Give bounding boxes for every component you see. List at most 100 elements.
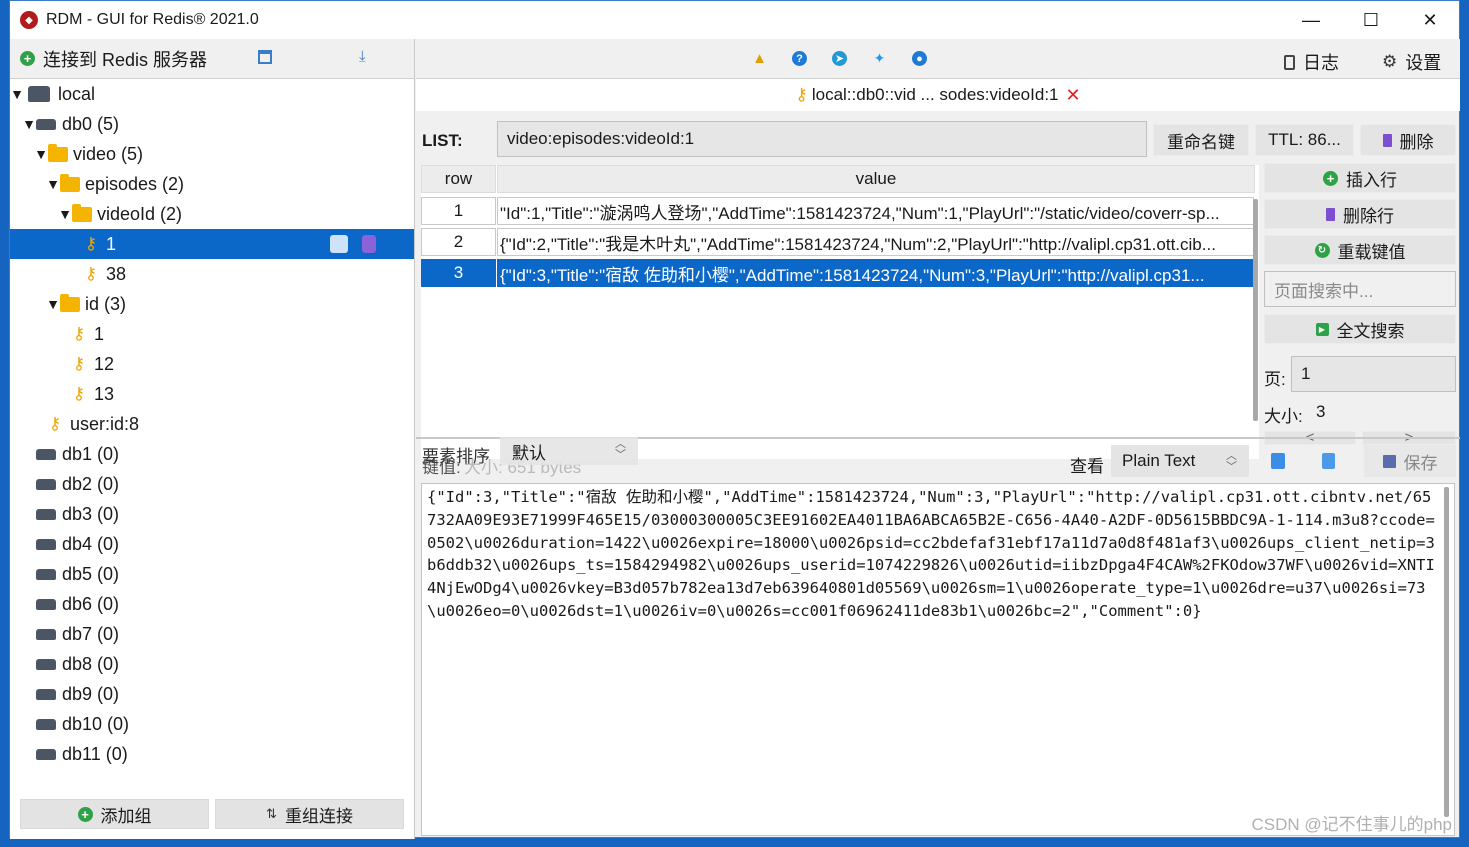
rename-key-button[interactable]: 重命名键 — [1153, 124, 1249, 156]
twitter-icon[interactable]: ✦ — [872, 50, 887, 66]
tree-item[interactable]: db3 (0) — [10, 499, 414, 529]
row-index-cell[interactable]: 3 — [421, 259, 496, 287]
tree-item-label: db1 (0) — [62, 443, 120, 464]
tree-item-label: videoId (2) — [97, 203, 183, 224]
maximize-button[interactable]: ☐ — [1342, 1, 1400, 39]
github-icon[interactable]: ● — [912, 51, 927, 66]
tree-item[interactable]: db10 (0) — [10, 709, 414, 739]
delete-key-icon[interactable] — [362, 235, 376, 253]
tree-item-label: db3 (0) — [62, 503, 120, 524]
database-icon — [36, 628, 56, 640]
save-value-button[interactable]: 保存 — [1364, 445, 1456, 477]
tree-item[interactable]: db5 (0) — [10, 559, 414, 589]
tree-item[interactable]: ▼ id (3) — [10, 289, 414, 319]
sort-value: 默认 — [512, 443, 546, 463]
reorder-connections-button[interactable]: ⇅ 重组连接 — [215, 799, 404, 829]
chevron-updown-icon: ︿ ﹀ — [1226, 450, 1237, 473]
delete-key-label: 删除 — [1399, 132, 1434, 152]
copy-key-icon[interactable] — [330, 235, 348, 253]
tree-item[interactable]: db6 (0) — [10, 589, 414, 619]
row-index-cell[interactable]: 2 — [421, 228, 496, 256]
tree-item[interactable]: db4 (0) — [10, 529, 414, 559]
expand-arrow-icon[interactable]: ▼ — [10, 86, 24, 102]
page-number-input[interactable]: 1 — [1291, 356, 1456, 392]
key-icon: ⚷ — [84, 234, 98, 253]
tree-item[interactable]: ⚷ 12 — [10, 349, 414, 379]
key-tab[interactable]: ⚷ local::db0::vid ... sodes:videoId:1 ✕ — [416, 79, 1460, 111]
tree-item[interactable]: ▼ episodes (2) — [10, 169, 414, 199]
telegram-icon[interactable]: ➤ — [832, 51, 847, 66]
download-icon[interactable]: ⤓ — [359, 48, 366, 65]
tree-item[interactable]: ⚷ 13 — [10, 379, 414, 409]
row-value-cell[interactable]: "Id":1,"Title":"漩涡鸣人登场","AddTime":158142… — [497, 197, 1254, 225]
delete-row-button[interactable]: 删除行 — [1264, 199, 1456, 229]
tree-item[interactable]: ⚷ user:id:8 — [10, 409, 414, 439]
column-header-value[interactable]: value — [497, 165, 1255, 193]
table-row[interactable]: 3 {"Id":3,"Title":"宿敌 佐助和小樱","AddTime":15… — [421, 259, 1257, 289]
add-group-button[interactable]: + 添加组 — [20, 799, 209, 829]
key-icon: ⚷ — [72, 354, 86, 373]
tree-item-label: 38 — [106, 263, 127, 284]
value-editor[interactable]: {"Id":3,"Title":"宿敌 佐助和小樱","AddTime":158… — [421, 483, 1455, 836]
list-table[interactable]: row value 1 "Id":1,"Title":"漩涡鸣人登场","AddT… — [421, 165, 1259, 459]
tree-item[interactable]: db7 (0) — [10, 619, 414, 649]
settings-button[interactable]: ⚙ 设置 — [1382, 49, 1441, 75]
add-group-label: 添加组 — [100, 806, 152, 826]
fulltext-search-button[interactable]: ▶ 全文搜索 — [1264, 314, 1456, 344]
log-button[interactable]: 日志 — [1284, 49, 1339, 75]
connection-tree[interactable]: ▼ local ▼ db0 (5) ▼ video (5) ▼ episodes (2) ▼ vi… — [10, 79, 414, 779]
expand-arrow-icon[interactable]: ▼ — [46, 296, 60, 312]
tree-item[interactable]: ▼ local — [10, 79, 414, 109]
connect-redis-button[interactable]: + 连接到 Redis 服务器 — [20, 46, 207, 72]
tree-item[interactable]: db1 (0) — [10, 439, 414, 469]
sort-label: 要素排序 — [422, 447, 490, 466]
row-index-cell[interactable]: 1 — [421, 197, 496, 225]
tree-item[interactable]: ▼ db0 (5) — [10, 109, 414, 139]
expand-arrow-icon[interactable]: ▼ — [46, 176, 60, 192]
page-search-input[interactable]: 页面搜索中... — [1264, 271, 1456, 307]
key-name-field[interactable]: video:episodes:videoId:1 — [497, 121, 1147, 157]
insert-row-button[interactable]: + 插入行 — [1264, 163, 1456, 193]
tree-item[interactable]: ⚷ 38 — [10, 259, 414, 289]
database-icon — [36, 718, 56, 730]
import-icon[interactable] — [258, 50, 272, 64]
table-scrollbar[interactable] — [1253, 199, 1258, 421]
plus-icon: + — [77, 806, 93, 822]
tree-item[interactable]: ▼ videoId (2) — [10, 199, 414, 229]
trash-icon — [1326, 207, 1335, 221]
tree-item-label: db6 (0) — [62, 593, 120, 614]
minimize-button[interactable]: — — [1282, 1, 1340, 39]
table-row[interactable]: 1 "Id":1,"Title":"漩涡鸣人登场","AddTime":15814… — [421, 197, 1257, 227]
tree-item[interactable]: ⚷ 1 — [10, 319, 414, 349]
tree-item[interactable]: db9 (0) — [10, 679, 414, 709]
sort-select[interactable]: 默认 ︿ ﹀ — [500, 437, 638, 465]
reload-key-button[interactable]: ↻ 重载键值 — [1264, 235, 1456, 265]
key-icon: ⚷ — [72, 324, 86, 343]
ttl-button[interactable]: TTL: 86... — [1255, 124, 1354, 156]
help-icon[interactable]: ? — [792, 51, 807, 66]
gear-icon: ⚙ — [1382, 52, 1398, 71]
chevron-updown-icon: ︿ ﹀ — [615, 438, 626, 461]
expand-arrow-icon[interactable]: ▼ — [34, 146, 48, 162]
tree-item[interactable]: db11 (0) — [10, 739, 414, 769]
column-header-row[interactable]: row — [421, 165, 496, 193]
document-icon[interactable] — [1322, 453, 1335, 469]
connect-redis-label: 连接到 Redis 服务器 — [43, 49, 208, 70]
tree-item[interactable]: db2 (0) — [10, 469, 414, 499]
tree-item[interactable]: db8 (0) — [10, 649, 414, 679]
expand-arrow-icon[interactable]: ▼ — [58, 206, 72, 222]
row-value-cell[interactable]: {"Id":2,"Title":"我是木叶丸","AddTime":158142… — [497, 228, 1254, 256]
expand-arrow-icon[interactable]: ▼ — [22, 116, 36, 132]
view-format-select[interactable]: Plain Text ︿ ﹀ — [1111, 445, 1249, 477]
tree-item-label: db0 (5) — [62, 113, 120, 134]
table-row[interactable]: 2 {"Id":2,"Title":"我是木叶丸","AddTime":15814… — [421, 228, 1257, 258]
delete-key-button[interactable]: 删除 — [1360, 124, 1456, 156]
warning-icon[interactable]: ▲ — [752, 50, 767, 67]
copy-icon[interactable] — [1271, 453, 1285, 469]
tree-item[interactable]: ▼ video (5) — [10, 139, 414, 169]
close-tab-icon[interactable]: ✕ — [1066, 85, 1081, 106]
row-value-cell[interactable]: {"Id":3,"Title":"宿敌 佐助和小樱","AddTime":158… — [497, 259, 1254, 287]
close-window-button[interactable]: ✕ — [1401, 1, 1459, 39]
editor-scrollbar[interactable] — [1444, 487, 1449, 817]
tree-item[interactable]: ⚷ 1 — [10, 229, 414, 259]
